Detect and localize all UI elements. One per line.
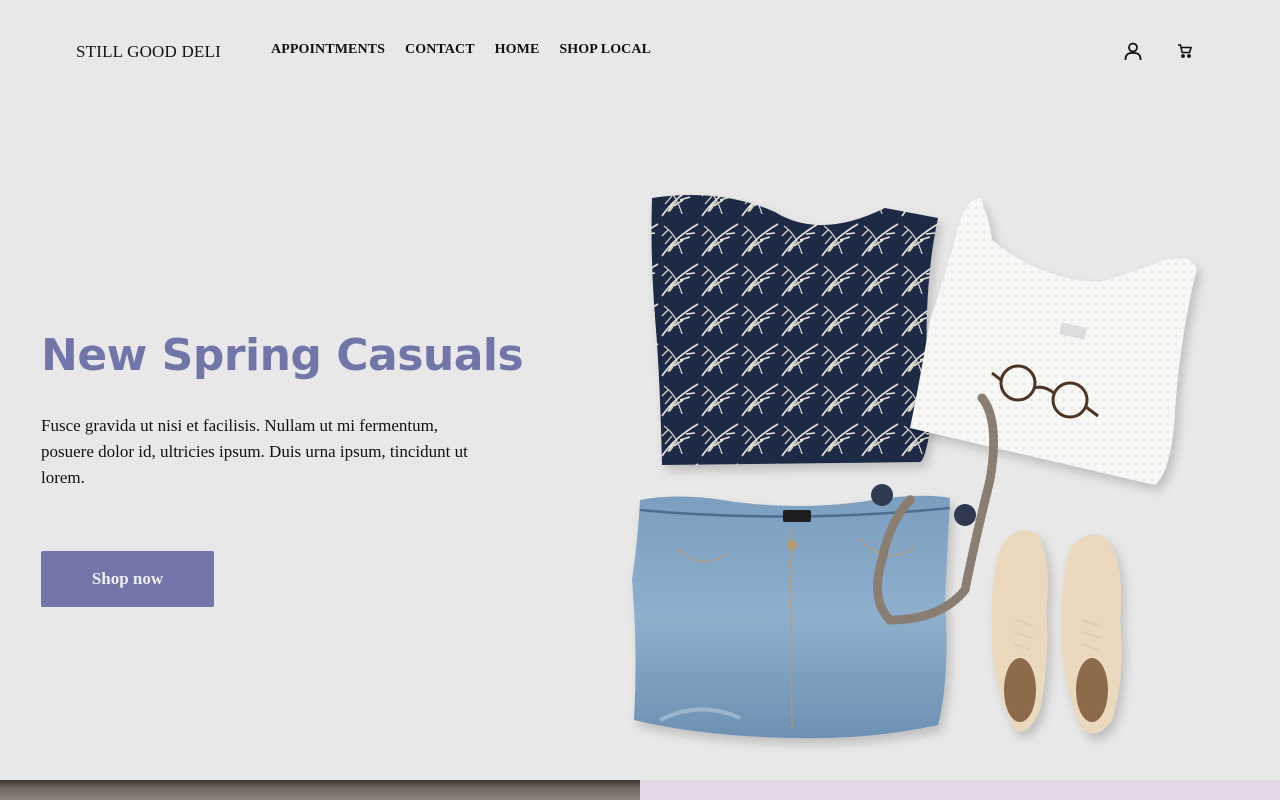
hero-outfit-image [620,180,1240,760]
account-icon[interactable] [1122,40,1144,62]
site-header: STILL GOOD DELI APPOINTMENTS CONTACT HOM… [0,0,1280,104]
next-section-panel-right [640,780,1280,800]
hero-title: New Spring Casuals [41,330,524,381]
nav-home[interactable]: HOME [495,42,540,58]
next-section-image-left [0,780,640,800]
nav-shop-local[interactable]: SHOP LOCAL [559,42,651,58]
nav-contact[interactable]: CONTACT [405,42,475,58]
header-icons [1122,40,1196,62]
hero-description: Fusce gravida ut nisi et facilisis. Null… [41,416,468,487]
main-nav: APPOINTMENTS CONTACT HOME SHOP LOCAL [271,42,651,58]
shop-now-button[interactable]: Shop now [41,551,214,607]
cart-icon[interactable] [1174,40,1196,62]
nav-appointments[interactable]: APPOINTMENTS [271,42,385,58]
brand-logo[interactable]: STILL GOOD DELI [76,42,221,62]
